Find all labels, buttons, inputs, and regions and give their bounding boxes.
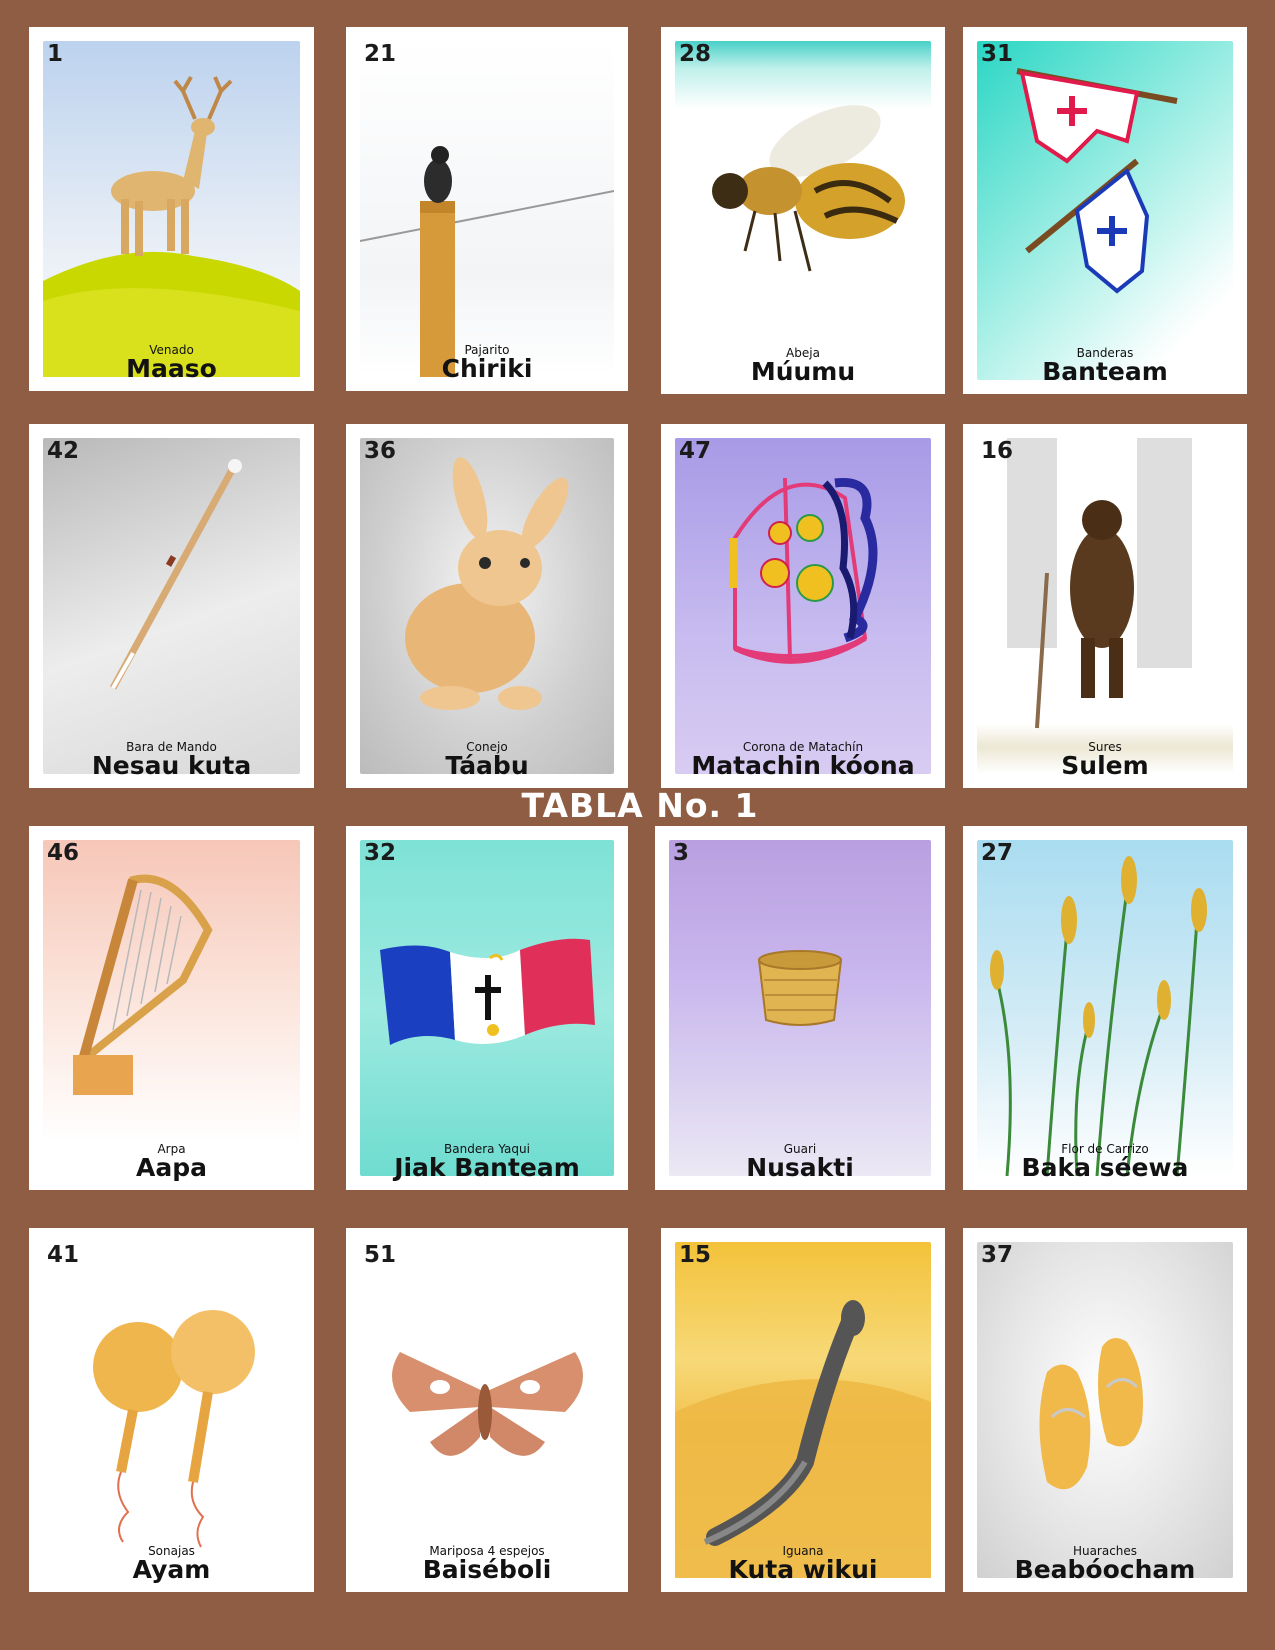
card-number: 46: [47, 840, 80, 866]
card-yaqui-name: Táabu: [445, 751, 529, 780]
card-flor-de-carrizo[interactable]: 27 Flor de Carrizo Baka séewa: [963, 826, 1247, 1190]
card-number: 16: [981, 438, 1014, 464]
card-bandera-yaqui[interactable]: 32 Bandera Yaqui Jiak Banteam: [346, 826, 628, 1190]
card-number: 47: [679, 438, 712, 464]
card-mariposa-4-espejos[interactable]: 51 Mariposa 4 espejos Baiséboli: [346, 1228, 628, 1592]
card-corona-de-matachin[interactable]: 47 Corona de Matachín Matachin kóona: [661, 424, 945, 788]
card-yaqui-name: Chiriki: [441, 354, 533, 383]
card-yaqui-name: Baiséboli: [422, 1555, 552, 1584]
card-number: 32: [364, 840, 397, 866]
card-bara-de-mando[interactable]: 42 Bara de Mando Nesau kuta: [29, 424, 314, 788]
card-number: 41: [47, 1242, 80, 1268]
card-conejo[interactable]: 36 Conejo Táabu: [346, 424, 628, 788]
card-abeja[interactable]: 28 Abeja Múumu: [661, 27, 945, 394]
card-number: 21: [364, 41, 397, 67]
card-number: 42: [47, 438, 80, 464]
card-number: 51: [364, 1242, 397, 1268]
rabbit-icon: [360, 438, 614, 774]
card-yaqui-name: Nesau kuta: [91, 751, 252, 780]
card-number: 31: [981, 41, 1014, 67]
staff-icon: [43, 438, 300, 774]
card-number: 36: [364, 438, 397, 464]
card-yaqui-name: Banteam: [1042, 357, 1168, 386]
card-number: 15: [679, 1242, 712, 1268]
card-yaqui-name: Beabóocham: [1014, 1555, 1196, 1584]
card-yaqui-name: Nusakti: [746, 1153, 854, 1182]
card-yaqui-name: Sulem: [1061, 751, 1149, 780]
sandals-icon: [977, 1242, 1233, 1578]
rattles-icon: [43, 1242, 300, 1578]
ancestor-icon: [977, 438, 1233, 774]
card-number: 1: [47, 41, 64, 67]
card-iguana[interactable]: 15 Iguana Kuta wikui: [661, 1228, 945, 1592]
crown-icon: [675, 438, 931, 774]
card-yaqui-name: Matachin kóona: [691, 751, 915, 780]
card-number: 3: [673, 840, 690, 866]
reed-icon: [977, 840, 1233, 1176]
card-yaqui-name: Jiak Banteam: [394, 1153, 580, 1182]
card-yaqui-name: Maaso: [126, 354, 217, 383]
bird-icon: [360, 41, 614, 377]
card-number: 27: [981, 840, 1014, 866]
yaqui-flag-icon: [360, 840, 614, 1176]
basket-icon: [669, 840, 931, 1176]
card-number: 37: [981, 1242, 1014, 1268]
deer-icon: [43, 41, 300, 377]
board-title: TABLA No. 1: [521, 786, 759, 825]
flags-icon: [977, 41, 1233, 380]
card-banderas[interactable]: 31 Banderas Banteam: [963, 27, 1247, 394]
card-guari[interactable]: 3 Guari Nusakti: [655, 826, 945, 1190]
card-sures[interactable]: 16 Sures Sulem: [963, 424, 1247, 788]
card-arpa[interactable]: 46 Arpa Aapa: [29, 826, 314, 1190]
iguana-icon: [675, 1242, 931, 1578]
card-yaqui-name: Múumu: [750, 357, 856, 386]
card-huaraches[interactable]: 37 Huaraches Beabóocham: [963, 1228, 1247, 1592]
card-number: 28: [679, 41, 712, 67]
card-pajarito[interactable]: 21 Pajarito Chiriki: [346, 27, 628, 391]
card-yaqui-name: Ayam: [132, 1555, 211, 1584]
card-sonajas[interactable]: 41 Sonajas Ayam: [29, 1228, 314, 1592]
card-yaqui-name: Baka séewa: [1021, 1153, 1189, 1182]
card-yaqui-name: Aapa: [136, 1153, 207, 1182]
harp-icon: [43, 840, 300, 1176]
card-yaqui-name: Kuta wikui: [728, 1555, 878, 1584]
bee-icon: [675, 41, 931, 380]
moth-icon: [360, 1242, 614, 1578]
card-venado[interactable]: 1 Venado Maaso: [29, 27, 314, 391]
